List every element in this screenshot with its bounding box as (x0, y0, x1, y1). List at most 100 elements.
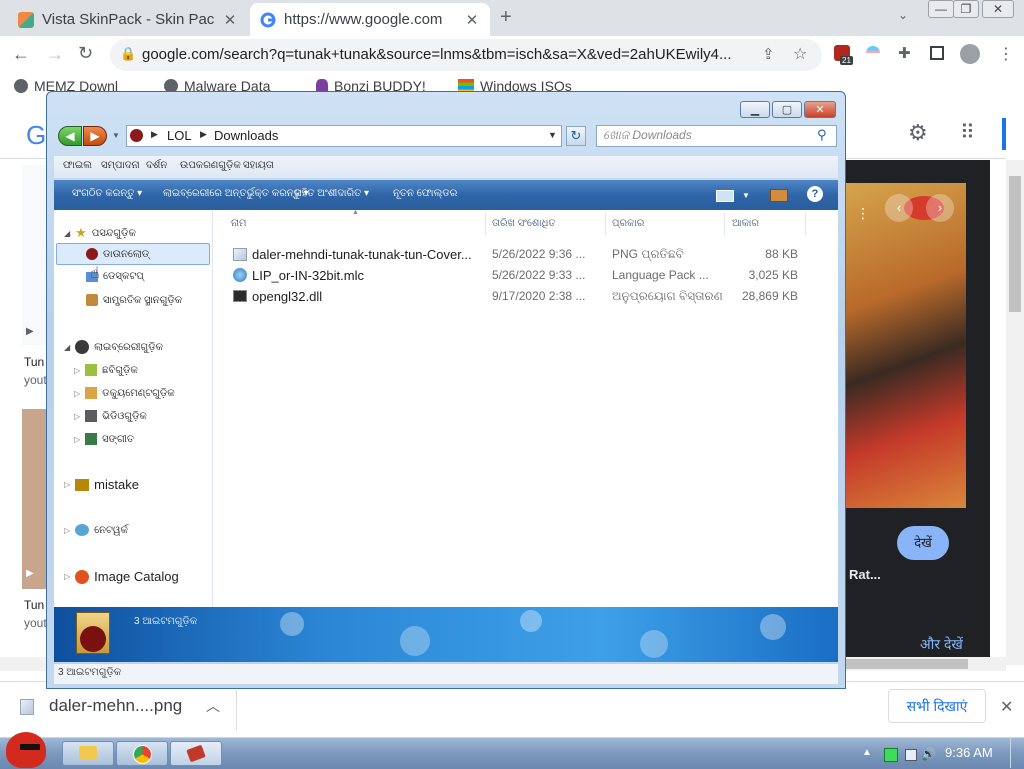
volume-icon[interactable]: 🔊 (921, 747, 936, 761)
column-header-date[interactable]: ତାରିଖ ସଂଶୋଧିତ (492, 218, 556, 229)
preview-pane-icon[interactable] (770, 189, 788, 202)
new-folder-button[interactable]: ନୂତନ ଫୋଲ୍ଡର (393, 188, 457, 199)
nav-videos[interactable]: ▷ ଭିଡିଓଗୁଡ଼ିକ (74, 410, 147, 422)
maximize-button[interactable]: ❐ (953, 0, 979, 18)
menu-view[interactable]: ଦର୍ଶନ (146, 160, 167, 171)
download-file-name[interactable]: daler-mehn....png (49, 696, 182, 716)
breadcrumb-separator-icon[interactable]: ▶ (200, 129, 207, 140)
view-options-icon[interactable] (716, 190, 734, 202)
column-divider[interactable] (724, 213, 725, 235)
nav-pictures[interactable]: ▷ ଛବିଗୁଡ଼ିକ (74, 364, 138, 376)
preview-image[interactable] (846, 183, 966, 508)
nav-libraries[interactable]: ◢ ଲାଇବ୍ରେରୀଗୁଡ଼ିକ (64, 340, 163, 354)
close-download-bar-icon[interactable]: ✕ (1000, 697, 1013, 717)
lock-icon[interactable]: 🔒 (120, 46, 136, 62)
forward-arrow-icon[interactable]: → (46, 44, 64, 65)
show-all-button[interactable]: सभी दिखाएं (888, 689, 986, 723)
google-logo[interactable]: G (26, 120, 46, 151)
side-panel-icon[interactable] (930, 46, 944, 60)
column-header-type[interactable]: ପ୍ରକାର (612, 218, 644, 229)
column-divider[interactable] (485, 213, 486, 235)
tab-close-icon[interactable]: ✕ (222, 11, 238, 29)
start-button-angry-bird-icon[interactable] (6, 732, 46, 768)
taskbar-explorer-button[interactable] (62, 741, 114, 766)
column-header-size[interactable]: ଆକାର (732, 218, 759, 229)
file-name[interactable]: opengl32.dll (252, 289, 322, 309)
reload-icon[interactable]: ↻ (78, 43, 93, 64)
expand-triangle-icon[interactable]: ▷ (64, 526, 70, 535)
explorer-back-button[interactable]: ◀ (58, 126, 82, 146)
help-icon[interactable]: ? (807, 186, 823, 202)
more-link[interactable]: और देखें (920, 635, 963, 654)
show-desktop-button[interactable] (1010, 738, 1024, 768)
menu-file[interactable]: ଫାଇଲ (63, 160, 92, 171)
result-title[interactable]: Tun (24, 355, 44, 369)
share-with-button[interactable]: ସହିତ ଅଂଶୀଦାରିତ ▾ (295, 188, 369, 199)
taskbar-chrome-button[interactable] (116, 741, 168, 766)
column-divider[interactable] (605, 213, 606, 235)
explorer-close-button[interactable]: ✕ (804, 101, 836, 118)
collapse-triangle-icon[interactable]: ◢ (64, 229, 70, 238)
explorer-forward-button[interactable]: ▶ (83, 126, 107, 146)
menu-tools[interactable]: ଉପକରଣଗୁଡ଼ିକ (180, 160, 241, 171)
bookmark-star-icon[interactable]: ☆ (793, 44, 807, 64)
result-title[interactable]: Tun (24, 598, 44, 612)
expand-triangle-icon[interactable]: ▷ (64, 480, 70, 489)
share-icon[interactable]: ⇪ (762, 45, 775, 63)
menu-edit[interactable]: ସମ୍ପାଦନା (101, 160, 140, 171)
result-thumbnail[interactable] (22, 165, 46, 345)
new-tab-button[interactable]: + (500, 6, 512, 29)
horizontal-scrollbar-thumb[interactable] (846, 659, 968, 669)
breadcrumb-separator-icon[interactable]: ▶ (151, 129, 158, 140)
nav-mistake[interactable]: ▷ mistake (64, 477, 139, 492)
profile-avatar[interactable] (960, 44, 980, 64)
network-icon[interactable] (905, 749, 917, 761)
expand-triangle-icon[interactable]: ▷ (74, 366, 80, 375)
tab-close-icon[interactable]: ✕ (464, 11, 480, 29)
previous-chevron-icon[interactable]: ‹ (885, 194, 913, 222)
menu-kebab-icon[interactable]: ⋮ (998, 44, 1014, 64)
view-button[interactable]: देखें (897, 526, 949, 560)
back-arrow-icon[interactable]: ← (12, 44, 30, 65)
include-in-library-button[interactable]: ଲାଇବ୍ରେରୀରେ ଅନ୍ତର୍ଭୁକ୍ତ କରନ୍ତୁ ▾ (163, 188, 309, 199)
url-text[interactable]: google.com/search?q=tunak+tunak&source=l… (142, 46, 732, 63)
explorer-minimize-button[interactable]: ▁ (740, 101, 770, 118)
view-options-chevron-icon[interactable]: ▼ (742, 191, 750, 200)
vertical-scrollbar-thumb[interactable] (1009, 176, 1021, 312)
expand-triangle-icon[interactable]: ▷ (74, 412, 80, 421)
recent-pages-chevron-icon[interactable]: ▼ (112, 131, 120, 140)
menu-help[interactable]: ସହାୟତା (243, 160, 274, 171)
nav-recent-places[interactable]: ସାମ୍ପ୍ରତିକ ସ୍ଥାନଗୁଡ଼ିକ (86, 294, 182, 306)
nav-image-catalog[interactable]: ▷ Image Catalog (64, 569, 179, 584)
expand-triangle-icon[interactable]: ▷ (74, 389, 80, 398)
result-thumbnail[interactable] (22, 409, 46, 589)
file-name[interactable]: LIP_or-IN-32bit.mlc (252, 268, 364, 288)
nav-network[interactable]: ▷ ନେଟୱର୍କ (64, 524, 128, 536)
column-divider[interactable] (805, 213, 806, 235)
explorer-maximize-button[interactable]: ▢ (772, 101, 802, 118)
extension-flag-icon[interactable] (866, 46, 880, 60)
nav-favorites[interactable]: ◢ ★ ପସନ୍ଦଗୁଡ଼ିକ (64, 225, 136, 241)
tab-vista-skinpack[interactable]: Vista SkinPack - Skin Pac ✕ (8, 3, 248, 36)
nav-downloads[interactable]: ଡାଉନଲୋଡ୍ (86, 248, 149, 260)
apps-grid-icon[interactable]: ⠿ (960, 120, 975, 145)
tab-google[interactable]: https://www.google.com ✕ (250, 3, 490, 36)
tray-expand-icon[interactable]: ▲ (862, 747, 872, 758)
column-header-name[interactable]: ନାମ (231, 218, 247, 229)
extensions-puzzle-icon[interactable]: ✚ (898, 44, 911, 62)
clock[interactable]: 9:36 AM (945, 745, 993, 760)
taskbar-app-button[interactable] (170, 741, 222, 766)
organize-button[interactable]: ସଂଗଠିତ କରନ୍ତୁ ▾ (72, 188, 142, 199)
nav-documents[interactable]: ▷ ଡକ୍ୟୁମେଣ୍ଟଗୁଡ଼ିକ (74, 387, 175, 399)
minimize-button[interactable]: — (928, 0, 954, 18)
nav-music[interactable]: ▷ ସଙ୍ଗୀତ (74, 433, 134, 445)
search-icon[interactable]: ⚲ (817, 127, 827, 143)
expand-triangle-icon[interactable]: ▷ (64, 572, 70, 581)
battery-icon[interactable] (884, 748, 898, 762)
tab-search-chevron-icon[interactable]: ⌄ (898, 8, 908, 22)
next-chevron-icon[interactable]: › (926, 194, 954, 222)
refresh-icon[interactable]: ↻ (566, 126, 586, 146)
settings-gear-icon[interactable]: ⚙ (908, 120, 928, 146)
breadcrumb-lol[interactable]: LOL (167, 128, 192, 143)
file-name[interactable]: daler-mehndi-tunak-tunak-tun-Cover... (252, 247, 472, 267)
